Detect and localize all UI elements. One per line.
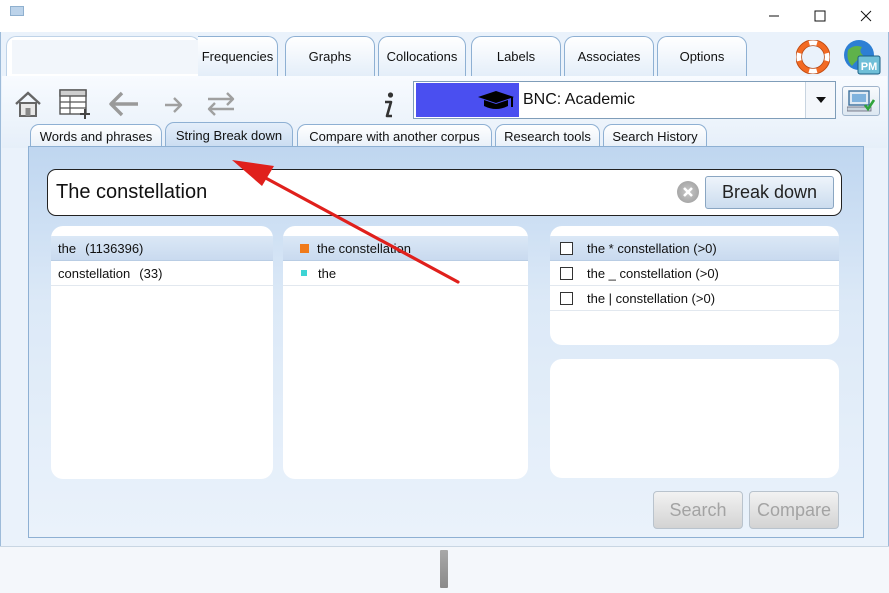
graduation-cap-icon: [478, 91, 514, 109]
maximize-button[interactable]: [797, 0, 843, 32]
connect-button[interactable]: [842, 86, 880, 116]
minimize-icon: [769, 15, 779, 17]
clear-button[interactable]: [677, 181, 699, 203]
corpus-dropdown-arrow[interactable]: [805, 82, 835, 118]
list-item[interactable]: the constellation: [283, 236, 528, 261]
phrase-text: the constellation: [317, 240, 411, 256]
tab-research-tools[interactable]: Research tools: [495, 124, 600, 148]
title-bar: [0, 0, 889, 32]
splitter-handle[interactable]: [440, 550, 448, 588]
arrow-left-icon: [109, 91, 138, 117]
home-button[interactable]: [14, 90, 42, 118]
pm-globe-icon[interactable]: PM: [842, 38, 882, 76]
close-button[interactable]: [843, 0, 889, 32]
swap-button[interactable]: [204, 90, 238, 118]
phrase-text: the: [318, 265, 337, 281]
word-text: constellation: [58, 265, 131, 281]
app-icon: [10, 6, 24, 16]
list-item[interactable]: the: [283, 261, 528, 286]
search-box: Break down: [47, 169, 842, 216]
patterns-list: the * constellation (>0) the _ constella…: [550, 226, 839, 345]
home-icon: [15, 91, 41, 117]
add-table-icon: [59, 89, 90, 119]
list-item[interactable]: the * constellation (>0): [550, 236, 839, 261]
pattern-text: the * constellation (>0): [587, 240, 717, 256]
main-tab-options[interactable]: Options: [657, 36, 747, 76]
compare-button[interactable]: Compare: [749, 491, 839, 529]
list-item[interactable]: the | constellation (>0): [550, 286, 839, 311]
results-box: [550, 359, 839, 478]
pattern-text: the | constellation (>0): [587, 290, 716, 306]
tab-compare-with-another-corpus[interactable]: Compare with another corpus: [297, 124, 492, 148]
corpus-logo: [416, 83, 519, 117]
list-item[interactable]: the (1136396): [51, 236, 273, 261]
list-item[interactable]: the _ constellation (>0): [550, 261, 839, 286]
corpus-dropdown[interactable]: BNC: Academic: [413, 81, 836, 119]
help-lifebuoy-icon[interactable]: [796, 40, 830, 74]
maximize-icon: [814, 10, 826, 22]
main-tab-collocations[interactable]: Collocations: [378, 36, 466, 76]
tab-search-history[interactable]: Search History: [603, 124, 707, 148]
pattern-text: the _ constellation (>0): [587, 265, 719, 281]
pm-badge-text: PM: [861, 61, 878, 73]
break-down-button[interactable]: Break down: [705, 176, 834, 209]
phrase-color-marker: [301, 270, 307, 276]
list-item[interactable]: constellation (33): [51, 261, 273, 286]
main-tab-associates[interactable]: Associates: [564, 36, 654, 76]
chevron-down-icon: [815, 97, 826, 103]
word-count: (33): [139, 265, 163, 281]
tab-string-break-down[interactable]: String Break down: [165, 122, 293, 148]
search-button[interactable]: Search: [653, 491, 743, 529]
tab-words-and-phrases[interactable]: Words and phrases: [30, 124, 162, 148]
main-tab-labels[interactable]: Labels: [471, 36, 561, 76]
phrases-list: the constellation the: [283, 226, 528, 479]
pattern-checkbox[interactable]: [560, 291, 573, 305]
search-input[interactable]: [56, 178, 656, 206]
close-icon: [860, 10, 872, 22]
pattern-checkbox[interactable]: [560, 241, 573, 255]
add-table-button[interactable]: [58, 88, 92, 120]
main-tab-graphs[interactable]: Graphs: [285, 36, 375, 76]
info-button[interactable]: [378, 90, 398, 120]
pattern-checkbox[interactable]: [560, 266, 573, 280]
clear-x-icon: [683, 187, 693, 197]
computer-check-icon: [847, 90, 875, 112]
word-text: the: [58, 240, 77, 256]
main-tab-blank-fill: [12, 40, 198, 74]
main-tab-frequencies[interactable]: Frequencies: [198, 36, 278, 76]
minimize-button[interactable]: [751, 0, 797, 32]
info-icon: [385, 92, 394, 118]
swap-arrows-icon: [207, 92, 235, 116]
phrase-color-marker: [300, 243, 309, 253]
arrow-right-icon: [165, 97, 183, 113]
words-list: the (1136396) constellation (33): [51, 226, 273, 479]
corpus-selected-label: BNC: Academic: [523, 91, 636, 108]
word-count: (1136396): [85, 240, 144, 256]
back-button[interactable]: [108, 90, 140, 118]
forward-button[interactable]: [162, 95, 184, 115]
